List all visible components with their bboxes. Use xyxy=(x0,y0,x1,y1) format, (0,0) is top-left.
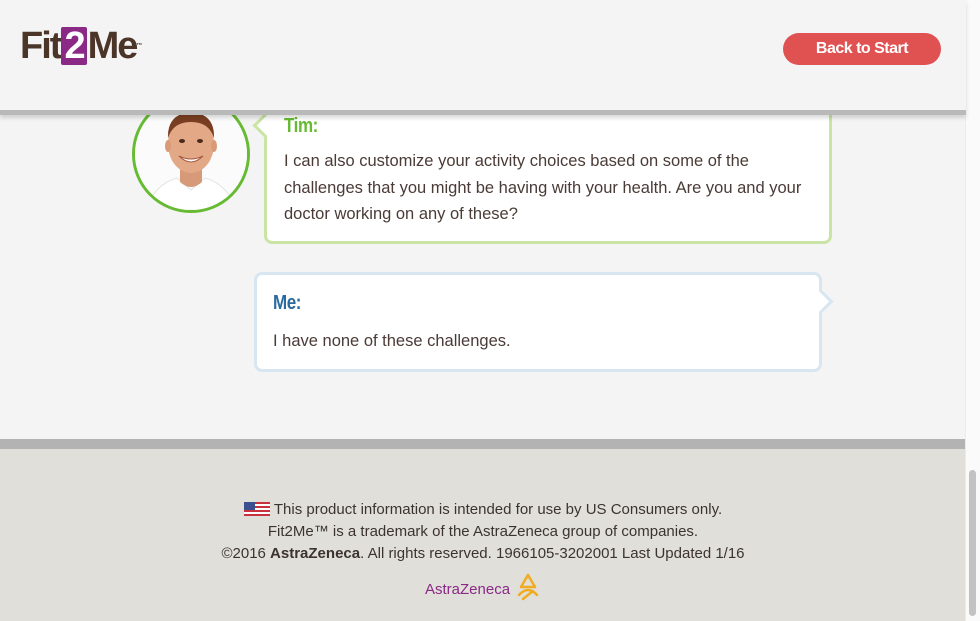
user-message-text: I have none of these challenges. xyxy=(273,332,511,350)
copyright-prefix: ©2016 xyxy=(221,545,271,562)
astrazeneca-logo-text: AstraZeneca xyxy=(425,581,511,598)
user-bubble-tail xyxy=(809,289,834,314)
logo-highlight: 2 xyxy=(61,27,87,65)
copyright-brand: AstraZeneca xyxy=(270,545,361,562)
tim-speaker-label: Tim: xyxy=(284,115,318,137)
scrollbar-thumb[interactable] xyxy=(969,470,976,616)
fit2me-logo[interactable]: Fit 2 Me™ xyxy=(20,24,142,68)
trademark-notice: Fit2Me™ is a trademark of the AstraZenec… xyxy=(267,523,699,540)
logo-suffix: Me xyxy=(87,25,139,67)
astrazeneca-symbol-icon xyxy=(517,573,539,601)
page-scrollbar[interactable] xyxy=(965,0,980,621)
logo-prefix: Fit xyxy=(20,25,62,67)
tim-message-bubble: Tim: I can also customize your activity … xyxy=(252,96,832,244)
copyright-suffix: . All rights reserved. 1966105-3202001 L… xyxy=(360,545,745,562)
user-message-bubble: Me: I have none of these challenges. xyxy=(254,272,834,372)
user-speaker-label: Me: xyxy=(273,292,302,314)
us-consumers-notice: This product information is intended for… xyxy=(0,501,966,518)
tim-bubble-tail xyxy=(252,113,277,138)
site-footer: This product information is intended for… xyxy=(0,439,966,621)
back-to-start-button[interactable]: Back to Start xyxy=(783,33,941,65)
us-consumers-text: This product information is intended for… xyxy=(273,501,723,518)
site-header: Fit 2 Me™ Back to Start xyxy=(0,0,966,115)
copyright-notice: ©2016 AstraZeneca. All rights reserved. … xyxy=(0,545,966,562)
logo-trademark: ™ xyxy=(136,43,143,49)
tim-message-text: I can also customize your activity choic… xyxy=(284,152,802,223)
us-flag-icon xyxy=(243,502,270,516)
